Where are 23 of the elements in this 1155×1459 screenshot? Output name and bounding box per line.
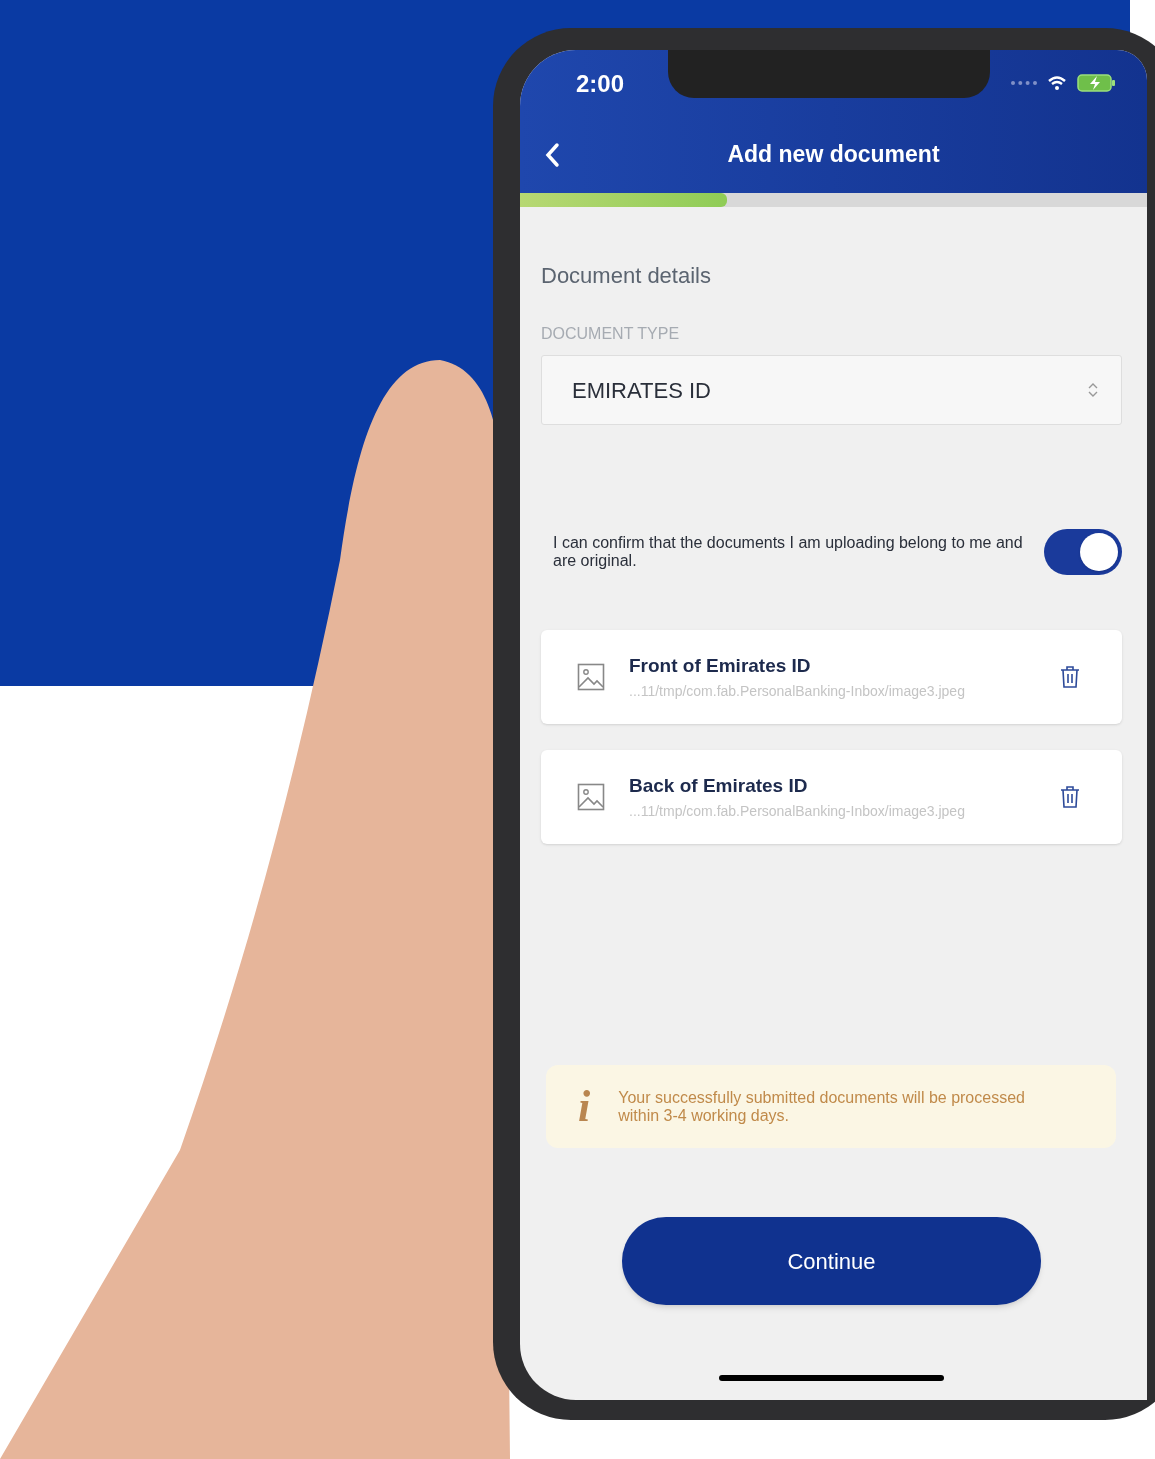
continue-button[interactable]: Continue xyxy=(622,1217,1041,1305)
back-icon[interactable] xyxy=(544,141,560,168)
file-title: Front of Emirates ID xyxy=(629,654,812,679)
info-icon: i xyxy=(578,1084,591,1129)
file-path: ...11/tmp/com.fab.PersonalBanking-Inbox/image3.jpeg xyxy=(629,801,966,821)
signal-icon xyxy=(1011,81,1037,85)
image-icon xyxy=(577,783,605,811)
file-title: Back of Emirates ID xyxy=(629,774,809,799)
status-time: 2:00 xyxy=(576,69,625,99)
chevron-updown-icon xyxy=(1087,382,1099,398)
image-icon xyxy=(577,663,605,691)
battery-charging-icon xyxy=(1077,73,1117,93)
confirmation-toggle[interactable] xyxy=(1044,529,1122,575)
confirmation-text: I can confirm that the documents I am uploading belong to me and are original. xyxy=(553,534,1023,570)
section-title: Document details xyxy=(541,262,712,290)
trash-icon[interactable] xyxy=(1060,785,1080,809)
trash-icon[interactable] xyxy=(1060,665,1080,689)
wifi-icon xyxy=(1047,75,1067,91)
document-type-select[interactable]: EMIRATES ID xyxy=(541,355,1122,425)
screen-title: Add new document xyxy=(727,140,940,170)
file-path: ...11/tmp/com.fab.PersonalBanking-Inbox/image3.jpeg xyxy=(629,681,966,701)
notice-text: Your successfully submitted documents will be processed within 3-4 working days. xyxy=(618,1088,1026,1125)
field-label: DOCUMENT TYPE xyxy=(541,324,681,344)
